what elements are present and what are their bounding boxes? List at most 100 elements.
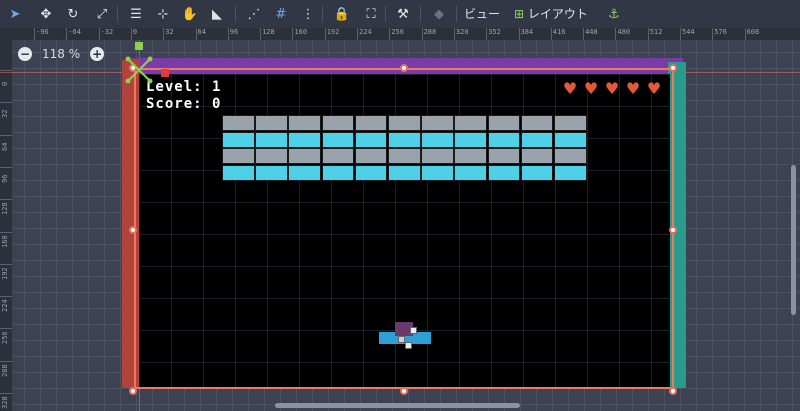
brick-gray[interactable] xyxy=(288,148,322,164)
ruler-label: 192 xyxy=(1,267,9,280)
level-label: Level: 1 xyxy=(146,79,222,95)
brick-cyan[interactable] xyxy=(288,164,322,181)
brick-gray[interactable] xyxy=(388,148,421,164)
brick-cyan[interactable] xyxy=(255,131,288,148)
brick-gray[interactable] xyxy=(222,148,255,164)
brick-gray[interactable] xyxy=(421,148,454,164)
resize-handle-right[interactable] xyxy=(669,226,677,234)
ruler-label: 128 xyxy=(1,202,9,216)
origin-gizmo-x[interactable] xyxy=(161,69,169,77)
lock-icon[interactable]: 🔒 xyxy=(331,3,353,25)
origin-gizmo-y[interactable] xyxy=(135,42,143,50)
select-mode-icon[interactable]: ➤ xyxy=(4,3,26,25)
brick-cyan[interactable] xyxy=(487,131,521,148)
brick-gray[interactable] xyxy=(487,148,521,164)
brick-cyan[interactable] xyxy=(421,131,454,148)
grid-snap-icon[interactable]: # xyxy=(270,3,292,25)
brick-cyan[interactable] xyxy=(388,164,421,181)
ruler-vertical[interactable]: 0 32 64 96 128 160 192 224 256 288 320 xyxy=(0,40,12,411)
brick-gray[interactable] xyxy=(454,148,488,164)
brick-gray[interactable] xyxy=(454,115,488,131)
pivot-mode-icon[interactable]: ⊹ xyxy=(152,3,174,25)
brick-cyan[interactable] xyxy=(388,131,421,148)
resize-handle-bottom-right[interactable] xyxy=(669,387,677,395)
brick-cyan[interactable] xyxy=(222,131,255,148)
brick-cyan[interactable] xyxy=(354,131,388,148)
heart-icon: ♥ xyxy=(625,79,641,98)
zoom-in-button[interactable]: + xyxy=(90,47,105,61)
move-mode-icon[interactable]: ✥ xyxy=(35,3,57,25)
ruler-label: 224 xyxy=(359,28,372,36)
brick-gray[interactable] xyxy=(354,148,388,164)
group-icon[interactable]: ⛶ xyxy=(360,3,382,25)
camera-override-icon[interactable]: ◆ xyxy=(428,3,450,25)
collision-node-icon[interactable] xyxy=(410,327,417,334)
ruler-label: 0 xyxy=(1,81,9,86)
brick-cyan[interactable] xyxy=(354,164,388,181)
resize-handle-top-right[interactable] xyxy=(669,64,677,72)
ruler-label: 192 xyxy=(326,28,340,36)
brick-cyan[interactable] xyxy=(255,164,288,181)
brick-cyan[interactable] xyxy=(421,164,454,181)
ruler-mode-icon[interactable]: ◣ xyxy=(206,3,228,25)
brick-gray[interactable] xyxy=(222,115,255,131)
brick-gray[interactable] xyxy=(255,115,288,131)
brick-cyan[interactable] xyxy=(288,131,322,148)
toolbar-separator xyxy=(235,6,236,22)
anchor-gizmo-icon[interactable] xyxy=(124,55,154,85)
zoom-level[interactable]: 118 % xyxy=(42,47,80,61)
scale-mode-icon[interactable]: ⤢ xyxy=(91,3,113,25)
resize-handle-top[interactable] xyxy=(400,64,408,72)
zoom-out-button[interactable]: − xyxy=(18,47,32,61)
scrollbar-horizontal[interactable] xyxy=(275,403,520,408)
collision-node-icon[interactable] xyxy=(405,342,412,349)
ruler-tick xyxy=(357,28,358,40)
resize-handle-left[interactable] xyxy=(129,226,137,234)
view-menu[interactable]: ビュー xyxy=(464,5,500,23)
list-select-icon[interactable]: ☰ xyxy=(125,3,147,25)
pan-mode-icon[interactable]: ✋ xyxy=(179,3,201,25)
ruler-label: 64 xyxy=(1,142,9,151)
brick-gray[interactable] xyxy=(520,148,554,164)
brick-gray[interactable] xyxy=(388,115,421,131)
brick-cyan[interactable] xyxy=(222,164,255,181)
node-pivot-icon[interactable] xyxy=(398,336,405,343)
brick-gray[interactable] xyxy=(554,115,587,131)
brick-cyan[interactable] xyxy=(554,164,587,181)
brick-cyan[interactable] xyxy=(454,164,488,181)
smart-snap-icon[interactable]: ⋰ xyxy=(243,3,265,25)
brick-gray[interactable] xyxy=(255,148,288,164)
brick-cyan[interactable] xyxy=(520,164,554,181)
brick-gray[interactable] xyxy=(321,148,355,164)
rotate-mode-icon[interactable]: ↻ xyxy=(62,3,84,25)
brick-gray[interactable] xyxy=(354,115,388,131)
toolbar-separator xyxy=(385,6,386,22)
ruler-tick xyxy=(163,28,165,40)
layout-menu[interactable]: ⊞ レイアウト xyxy=(514,5,588,23)
wall-right[interactable] xyxy=(668,62,686,388)
scrollbar-vertical[interactable] xyxy=(791,165,796,315)
brick-gray[interactable] xyxy=(487,115,521,131)
brick-cyan[interactable] xyxy=(554,131,587,148)
brick-cyan[interactable] xyxy=(454,131,488,148)
brick-cyan[interactable] xyxy=(520,131,554,148)
brick-gray[interactable] xyxy=(321,115,355,131)
ruler-tick xyxy=(680,28,681,40)
ruler-label: 416 xyxy=(552,28,566,36)
ruler-horizontal[interactable]: -96 -64 -32 0 32 64 96 128 160 192 224 256 288 320 352… xyxy=(0,28,800,40)
brick-gray[interactable] xyxy=(421,115,454,131)
heart-icon: ♥ xyxy=(583,79,599,98)
resize-handle-bottom[interactable] xyxy=(400,387,408,395)
brick-gray[interactable] xyxy=(288,115,322,131)
snap-options-icon[interactable]: ⋮ xyxy=(297,3,319,25)
brick-cyan[interactable] xyxy=(321,164,355,181)
ruler-label: 576 xyxy=(714,28,727,36)
brick-gray[interactable] xyxy=(520,115,554,131)
resize-handle-bottom-left[interactable] xyxy=(129,387,137,395)
brick-cyan[interactable] xyxy=(487,164,521,181)
anchor-icon[interactable]: ⚓ xyxy=(603,3,625,25)
bone-icon[interactable]: ⚒ xyxy=(392,3,414,25)
brick-cyan[interactable] xyxy=(321,131,355,148)
brick-gray[interactable] xyxy=(554,148,587,164)
wall-left[interactable] xyxy=(122,60,140,388)
